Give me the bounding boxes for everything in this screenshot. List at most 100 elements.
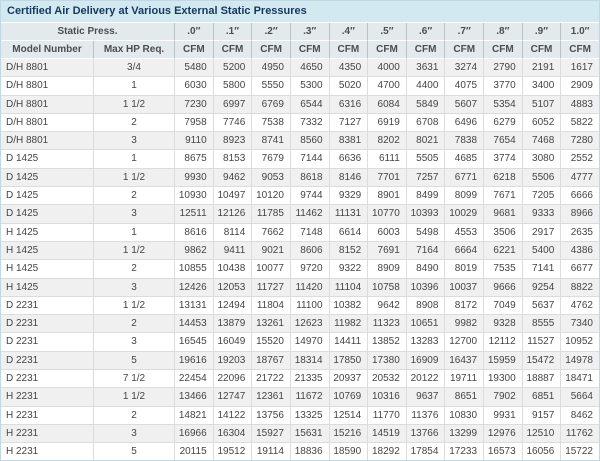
cfm-value-cell: 6851 xyxy=(522,388,561,406)
cfm-value-cell: 12112 xyxy=(483,333,522,351)
model-number-cell: D/H 8801 xyxy=(1,96,93,114)
cfm-value-cell: 10029 xyxy=(444,205,483,223)
cfm-value-cell: 8675 xyxy=(174,150,213,168)
cfm-value-cell: 4777 xyxy=(560,169,599,187)
model-number-cell: D 1425 xyxy=(1,150,93,168)
cfm-value-cell: 16966 xyxy=(174,425,213,443)
cfm-value-cell: 20937 xyxy=(329,370,368,388)
table-row: D/H 880116030580055505300502047004400407… xyxy=(1,77,599,95)
table-row: D 22317 1/222454220962172221335209372053… xyxy=(1,370,599,388)
cfm-value-cell: 6084 xyxy=(367,96,406,114)
cfm-value-cell: 15722 xyxy=(560,443,599,461)
model-number-cell: D/H 8801 xyxy=(1,59,93,77)
cfm-value-cell: 6052 xyxy=(522,114,561,132)
cfm-value-cell: 2909 xyxy=(560,77,599,95)
cfm-value-cell: 5107 xyxy=(522,96,561,114)
cfm-value-cell: 13261 xyxy=(251,315,290,333)
cfm-value-cell: 12426 xyxy=(174,279,213,297)
cfm-value-cell: 12361 xyxy=(251,388,290,406)
cfm-value-cell: 7538 xyxy=(251,114,290,132)
cfm-value-cell: 10393 xyxy=(406,205,445,223)
cfm-unit-header: CFM xyxy=(367,41,406,59)
table-row: H 22313169661630415927156311521614519137… xyxy=(1,425,599,443)
cfm-value-cell: 4386 xyxy=(560,242,599,260)
cfm-value-cell: 6708 xyxy=(406,114,445,132)
max-hp-cell: 1 xyxy=(93,77,174,95)
cfm-unit-header: CFM xyxy=(406,41,445,59)
cfm-value-cell: 8651 xyxy=(444,388,483,406)
max-hp-cell: 3 xyxy=(93,425,174,443)
pressure-header: .5″ xyxy=(367,23,406,41)
model-number-cell: H 1425 xyxy=(1,279,93,297)
pressure-header: .3″ xyxy=(290,23,329,41)
cfm-value-cell: 9930 xyxy=(174,169,213,187)
cfm-value-cell: 8499 xyxy=(406,187,445,205)
cfm-value-cell: 6919 xyxy=(367,114,406,132)
cfm-value-cell: 9053 xyxy=(251,169,290,187)
cfm-value-cell: 8618 xyxy=(290,169,329,187)
cfm-value-cell: 19512 xyxy=(213,443,252,461)
max-hp-cell: 1 1/2 xyxy=(93,297,174,315)
cfm-unit-header: CFM xyxy=(251,41,290,59)
cfm-value-cell: 7691 xyxy=(367,242,406,260)
cfm-value-cell: 7340 xyxy=(560,315,599,333)
cfm-value-cell: 13131 xyxy=(174,297,213,315)
cfm-value-cell: 11527 xyxy=(522,333,561,351)
cfm-value-cell: 10037 xyxy=(444,279,483,297)
cfm-value-cell: 21335 xyxy=(290,370,329,388)
cfm-value-cell: 4075 xyxy=(444,77,483,95)
max-hp-cell: 1 1/2 xyxy=(93,388,174,406)
cfm-value-cell: 5354 xyxy=(483,96,522,114)
cfm-value-cell: 13283 xyxy=(406,333,445,351)
max-hp-cell: 3 xyxy=(93,279,174,297)
cfm-value-cell: 5550 xyxy=(251,77,290,95)
cfm-value-cell: 13766 xyxy=(406,425,445,443)
cfm-value-cell: 9720 xyxy=(290,260,329,278)
cfm-value-cell: 9254 xyxy=(522,279,561,297)
max-hp-cell: 2 xyxy=(93,260,174,278)
pressure-header: .0″ xyxy=(174,23,213,41)
cfm-value-cell: 12623 xyxy=(290,315,329,333)
cfm-value-cell: 8019 xyxy=(444,260,483,278)
cfm-value-cell: 7127 xyxy=(329,114,368,132)
cfm-value-cell: 17233 xyxy=(444,443,483,461)
cfm-value-cell: 17850 xyxy=(329,352,368,370)
cfm-value-cell: 10769 xyxy=(329,388,368,406)
cfm-value-cell: 10077 xyxy=(251,260,290,278)
table-row: H 22312148211412213756133251251411770113… xyxy=(1,407,599,425)
cfm-value-cell: 14978 xyxy=(560,352,599,370)
cfm-value-cell: 6769 xyxy=(251,96,290,114)
cfm-value-cell: 6003 xyxy=(367,224,406,242)
air-delivery-table-panel: Certified Air Delivery at Various Extern… xyxy=(0,0,600,461)
pressure-header: .1″ xyxy=(213,23,252,41)
cfm-value-cell: 4350 xyxy=(329,59,368,77)
cfm-value-cell: 2191 xyxy=(522,59,561,77)
max-hp-cell: 1 xyxy=(93,150,174,168)
cfm-value-cell: 8152 xyxy=(329,242,368,260)
cfm-value-cell: 9744 xyxy=(290,187,329,205)
cfm-value-cell: 8923 xyxy=(213,132,252,150)
cfm-value-cell: 11804 xyxy=(251,297,290,315)
cfm-value-cell: 5849 xyxy=(406,96,445,114)
cfm-value-cell: 8908 xyxy=(406,297,445,315)
cfm-value-cell: 2635 xyxy=(560,224,599,242)
cfm-value-cell: 7958 xyxy=(174,114,213,132)
cfm-value-cell: 10930 xyxy=(174,187,213,205)
cfm-value-cell: 11100 xyxy=(290,297,329,315)
cfm-value-cell: 18292 xyxy=(367,443,406,461)
cfm-value-cell: 7164 xyxy=(406,242,445,260)
cfm-value-cell: 8822 xyxy=(560,279,599,297)
model-number-cell: H 1425 xyxy=(1,260,93,278)
table-row: H 22315201151951219114188361859018292178… xyxy=(1,443,599,461)
cfm-value-cell: 4950 xyxy=(251,59,290,77)
cfm-value-cell: 3631 xyxy=(406,59,445,77)
cfm-value-cell: 4650 xyxy=(290,59,329,77)
model-number-cell: D 2231 xyxy=(1,297,93,315)
static-press-header: Static Press. xyxy=(1,23,174,41)
cfm-value-cell: 6771 xyxy=(444,169,483,187)
cfm-value-cell: 13325 xyxy=(290,407,329,425)
pressure-header: 1.0″ xyxy=(560,23,599,41)
cfm-value-cell: 11462 xyxy=(290,205,329,223)
cfm-value-cell: 11770 xyxy=(367,407,406,425)
cfm-value-cell: 18471 xyxy=(560,370,599,388)
